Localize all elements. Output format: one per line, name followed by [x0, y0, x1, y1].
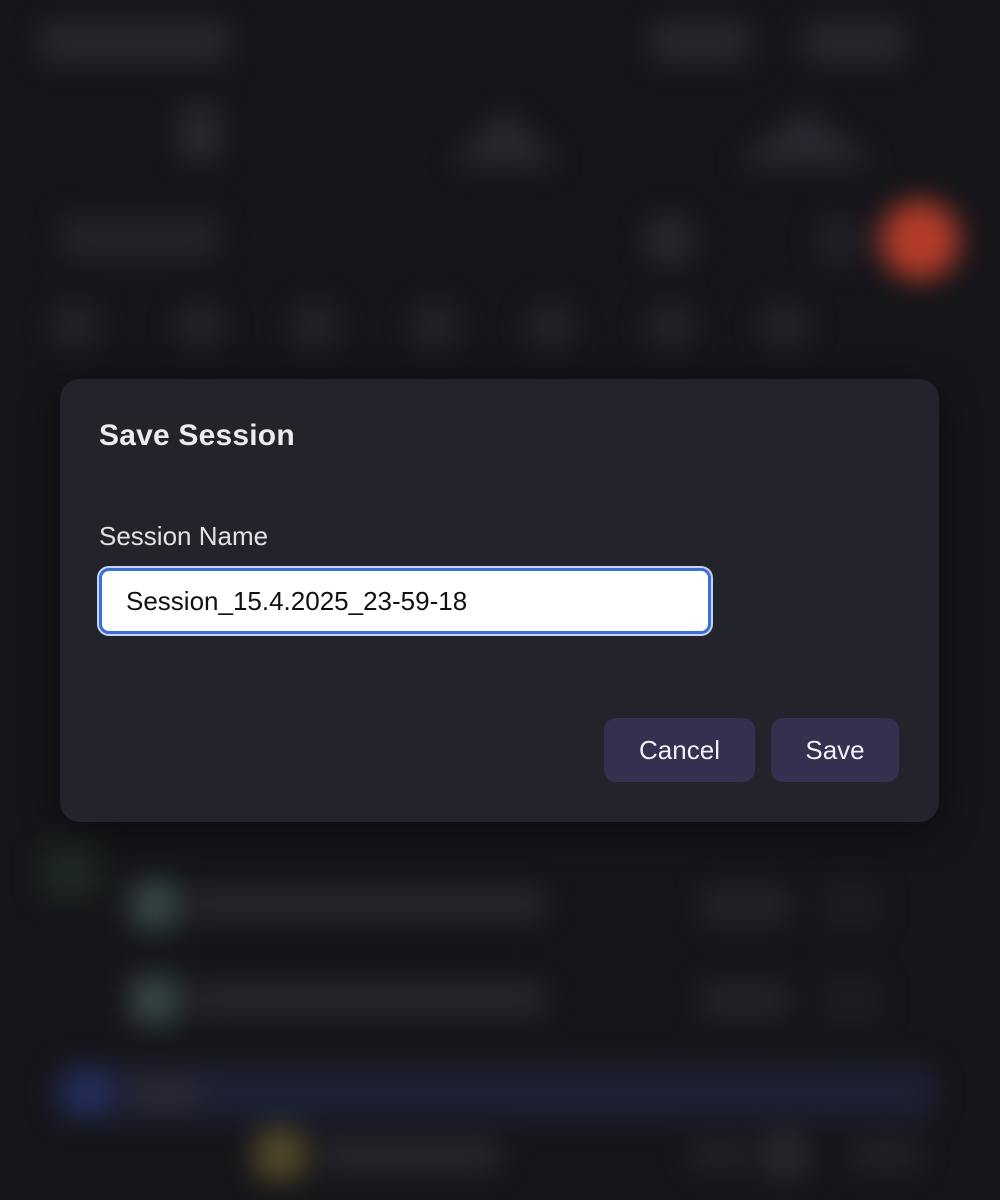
background-row-square: [820, 880, 880, 930]
background-record-button: [880, 200, 960, 280]
background-dot: [175, 300, 225, 350]
background-header-button: [650, 22, 750, 62]
background-icon: [735, 110, 875, 165]
cancel-button[interactable]: Cancel: [604, 718, 755, 782]
background-row-icon: [130, 880, 180, 930]
background-footer-icon: [255, 1130, 305, 1180]
background-search: [60, 215, 220, 260]
background-bar-icon: [65, 1070, 110, 1115]
save-session-dialog: Save Session Session Name Cancel Save: [60, 379, 939, 822]
session-name-label: Session Name: [99, 521, 269, 551]
background-dot: [290, 300, 340, 350]
background-row-pill: [700, 887, 790, 923]
background-row-square: [820, 975, 880, 1025]
screen: Save Session Session Name Cancel Save: [0, 0, 1000, 1200]
background-row-icon: [130, 975, 180, 1025]
background-footer-icon: [760, 1130, 810, 1180]
background-footer-text: [320, 1140, 500, 1170]
background-footer-text: [850, 1140, 920, 1170]
background-footer-text: [690, 1140, 750, 1170]
save-button[interactable]: Save: [771, 718, 899, 782]
background-bar-text: [130, 1078, 200, 1108]
background-dot: [645, 300, 695, 350]
background-dot: [50, 300, 100, 350]
background-header-button: [805, 22, 905, 62]
background-dot: [410, 300, 460, 350]
session-name-input[interactable]: [97, 566, 713, 636]
background-row-pill: [700, 982, 790, 1018]
background-round-button: [645, 215, 695, 265]
dialog-title: Save Session: [99, 419, 295, 452]
background-icon: [450, 110, 560, 165]
background-row-text: [190, 985, 545, 1013]
background-dot: [760, 300, 810, 350]
background-round-button: [815, 215, 865, 265]
background-row-text: [190, 890, 545, 918]
background-icon: [180, 105, 220, 160]
background-dot: [525, 300, 575, 350]
background-header-title: [40, 22, 230, 62]
background-tile: [40, 840, 100, 900]
